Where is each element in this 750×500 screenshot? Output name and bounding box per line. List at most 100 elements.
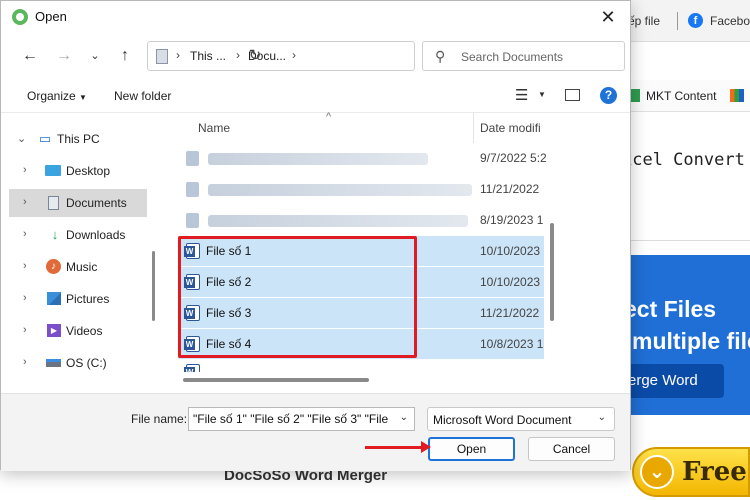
chevron-right-icon[interactable]: › [292, 48, 296, 62]
browser-tab[interactable]: ếp file [628, 14, 660, 28]
videos-icon: ▶ [47, 324, 61, 337]
list-item[interactable] [178, 360, 544, 372]
view-options-icon[interactable]: ☰ [515, 86, 528, 104]
navigation-pane: ⌄ ▭ This PC › Desktop › Documents › ↓ Do… [9, 117, 149, 387]
back-arrow-icon[interactable]: ← [19, 45, 41, 67]
chevron-right-icon[interactable]: › [23, 228, 27, 240]
forward-arrow-icon[interactable]: → [53, 45, 75, 67]
documents-icon [156, 49, 168, 64]
sidebar-item-videos[interactable]: › ▶ Videos [9, 317, 147, 345]
redacted-filename [208, 153, 428, 165]
chevron-right-icon[interactable]: › [23, 260, 27, 272]
column-name[interactable]: Name [198, 121, 230, 135]
file-list-vertical-scrollbar[interactable] [550, 223, 554, 321]
navigation-bar: ← → ⌄ ↑ › This ... › Docu... › ↻ ⚲ [1, 33, 630, 79]
annotation-arrow [365, 441, 431, 453]
chevron-right-icon[interactable]: › [23, 324, 27, 336]
search-input[interactable] [461, 47, 619, 67]
chevron-right-icon[interactable]: › [236, 48, 240, 62]
file-icon [186, 151, 199, 166]
file-date: 10/10/2023 [480, 244, 541, 258]
dialog-footer: File name: ⌄ Microsoft Word Document ⌄ O… [1, 393, 630, 471]
file-name: File số 4 [206, 337, 252, 351]
chevron-right-icon[interactable]: › [23, 356, 27, 368]
word-document-icon [184, 336, 200, 352]
recent-chevron-down-icon[interactable]: ⌄ [84, 45, 106, 67]
tab-divider [677, 12, 678, 30]
file-type-dropdown[interactable]: Microsoft Word Document ⌄ [427, 407, 615, 431]
file-name: File số 3 [206, 306, 252, 320]
close-button[interactable]: ✕ [596, 5, 620, 29]
dialog-title: Open [35, 9, 67, 24]
file-date: 10/10/2023 [480, 275, 541, 289]
list-item[interactable]: 11/21/2022 [178, 174, 544, 204]
refresh-icon[interactable]: ↻ [241, 41, 269, 71]
file-icon [186, 182, 199, 197]
redacted-filename [208, 215, 468, 227]
hero-text: ect Files [624, 296, 717, 322]
sidebar-scrollbar[interactable] [152, 251, 155, 321]
redacted-filename [208, 184, 472, 196]
list-item-file-4[interactable]: File số 4 10/8/2023 1 [178, 329, 544, 359]
column-divider[interactable] [473, 113, 474, 143]
sidebar-item-documents[interactable]: › Documents [9, 189, 147, 217]
title-bar: Open ✕ [1, 1, 630, 33]
caret-down-icon[interactable]: ▼ [538, 90, 546, 99]
chevron-right-icon[interactable]: › [176, 48, 180, 62]
browser-tab[interactable]: Facebo [710, 14, 750, 28]
up-arrow-icon[interactable]: ↑ [114, 45, 136, 67]
chevron-down-icon: ⌄ [597, 412, 606, 423]
sidebar-item-this-pc[interactable]: ⌄ ▭ This PC [9, 125, 147, 153]
caret-down-icon: ▼ [79, 93, 87, 102]
desktop-icon [45, 165, 61, 176]
file-date: 9/7/2022 5:2 [480, 151, 547, 165]
list-item-file-3[interactable]: File số 3 11/21/2022 [178, 298, 544, 328]
file-list-horizontal-scrollbar[interactable] [183, 378, 369, 382]
chevron-down-icon[interactable]: ⌄ [400, 412, 408, 423]
fpt-icon [730, 89, 744, 102]
list-item-file-1[interactable]: File số 1 10/10/2023 [178, 236, 544, 266]
breadcrumb-this-pc[interactable]: This ... [190, 49, 226, 63]
chevron-right-icon[interactable]: › [23, 164, 27, 176]
file-name-combobox: ⌄ [188, 407, 415, 431]
file-date: 10/8/2023 1 [480, 337, 544, 351]
new-folder-button[interactable]: New folder [114, 89, 171, 103]
music-icon: ♪ [46, 259, 61, 274]
preview-pane-icon[interactable] [565, 89, 580, 101]
organize-menu[interactable]: Organize ▼ [27, 89, 87, 103]
open-dialog: Open ✕ ← → ⌄ ↑ › This ... › Docu... › ↻ … [0, 0, 631, 471]
list-item[interactable]: 8/19/2023 1 [178, 205, 544, 235]
sidebar-item-desktop[interactable]: › Desktop [9, 157, 147, 185]
cancel-button[interactable]: Cancel [528, 437, 615, 461]
pc-icon: ▭ [38, 131, 52, 146]
search-icon: ⚲ [435, 48, 446, 64]
bookmark-item[interactable]: MKT Content [646, 89, 716, 103]
column-date-modified[interactable]: Date modifi [480, 121, 541, 135]
chevron-down-icon[interactable]: ⌄ [17, 132, 26, 145]
sidebar-item-downloads[interactable]: › ↓ Downloads [9, 221, 147, 249]
file-type-selected: Microsoft Word Document [433, 413, 572, 427]
excel-convert-title[interactable]: xcel Convert ⌄ [622, 150, 750, 170]
word-document-icon [184, 243, 200, 259]
chevron-down-icon: ⌄ [640, 455, 674, 489]
file-name-label: File name: [131, 412, 188, 426]
word-document-icon [184, 364, 200, 372]
list-item[interactable]: 9/7/2022 5:2 [178, 143, 547, 173]
word-document-icon [184, 274, 200, 290]
chevron-right-icon[interactable]: › [23, 196, 27, 208]
list-item-file-2[interactable]: File số 2 10/10/2023 [178, 267, 544, 297]
sidebar-item-music[interactable]: › ♪ Music [9, 253, 147, 281]
file-name-input[interactable] [193, 411, 389, 427]
help-icon[interactable]: ? [600, 87, 617, 104]
free-trial-button[interactable]: ⌄ Free T [632, 447, 750, 497]
chevron-right-icon[interactable]: › [23, 292, 27, 304]
pictures-icon [47, 292, 61, 305]
sidebar-item-os-c[interactable]: › OS (C:) [9, 349, 147, 377]
open-button[interactable]: Open [428, 437, 515, 461]
app-icon [12, 9, 28, 25]
address-bar[interactable]: › This ... › Docu... › [147, 41, 415, 71]
file-date: 11/21/2022 [480, 182, 540, 196]
file-name: File số 2 [206, 275, 252, 289]
sidebar-item-pictures[interactable]: › Pictures [9, 285, 147, 313]
word-document-icon [184, 305, 200, 321]
